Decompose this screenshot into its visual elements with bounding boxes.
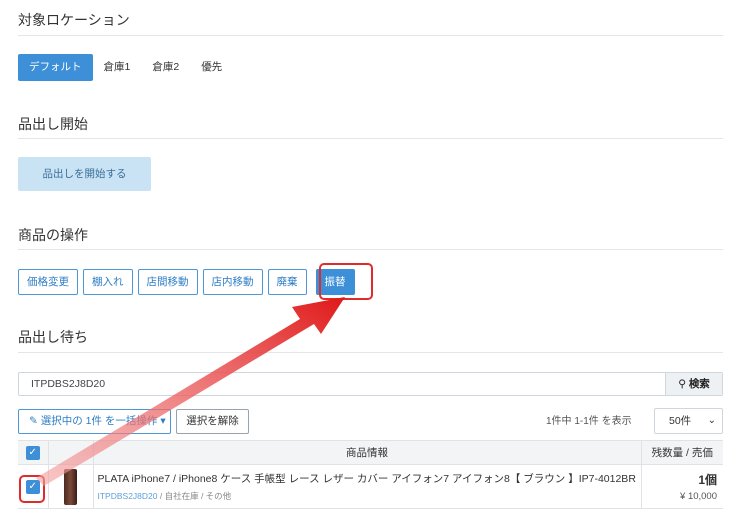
arrow-shape bbox=[36, 297, 345, 486]
arrow-annotation bbox=[36, 297, 345, 486]
